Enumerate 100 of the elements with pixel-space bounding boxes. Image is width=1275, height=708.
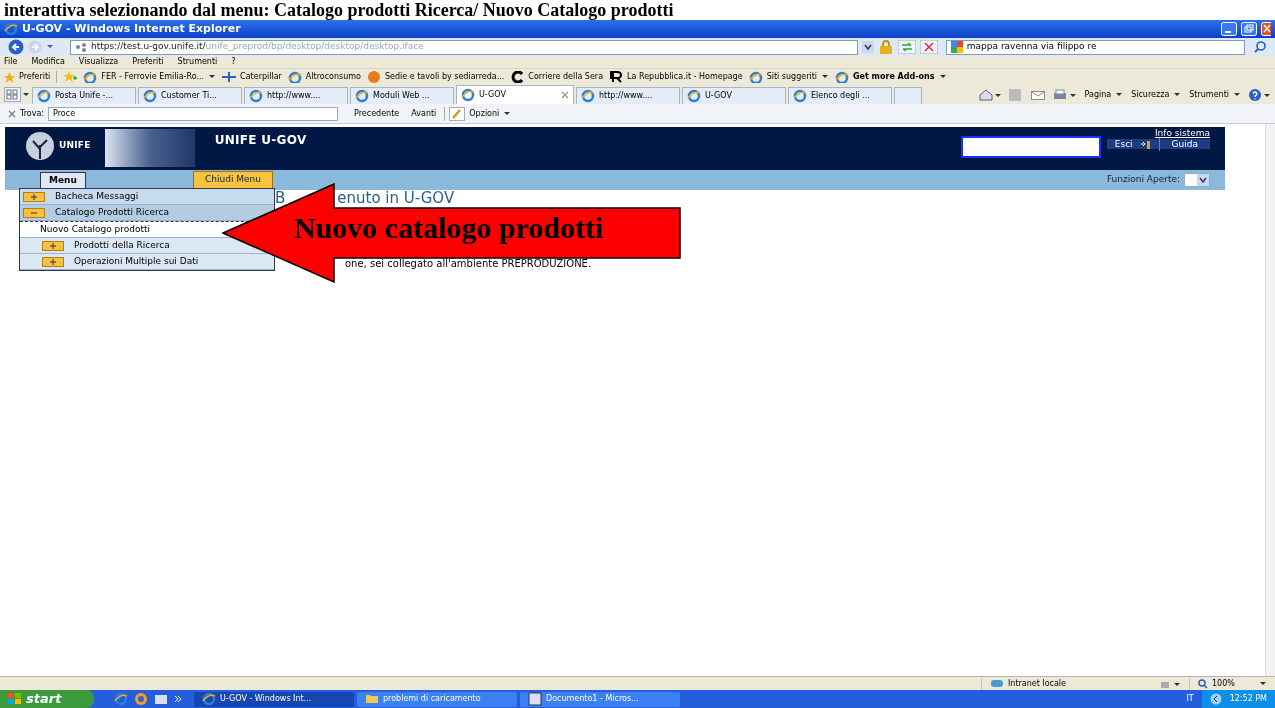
favorite-link[interactable]: FER - Ferrovie Emilia-Ro... — [83, 71, 217, 83]
close-icon[interactable] — [8, 109, 16, 118]
browser-tab[interactable]: Posta Unife -... — [32, 87, 136, 104]
stop-button[interactable] — [919, 40, 938, 54]
menu-item[interactable]: Visualizza — [78, 56, 119, 68]
menu-entry[interactable]: Operazioni Multiple sui Dati — [74, 254, 199, 269]
menu-item[interactable]: Modifica — [31, 56, 65, 68]
menu-entry[interactable]: Bacheca Messaggi — [55, 189, 139, 204]
padlock-icon — [877, 40, 894, 54]
favorite-link[interactable]: Get more Add-ons — [835, 71, 947, 83]
browser-icon — [202, 692, 216, 706]
browser-tab[interactable]: Moduli Web ... — [350, 87, 454, 104]
windows-logo-icon — [8, 693, 22, 705]
menu-entry[interactable]: Prodotti della Ricerca — [74, 238, 170, 253]
restore-button[interactable] — [1241, 22, 1257, 36]
menu-tab[interactable]: Menu — [40, 172, 86, 188]
functions-dropdown[interactable] — [1184, 173, 1210, 187]
close-button[interactable] — [1261, 22, 1271, 36]
search-field[interactable]: mappa ravenna via filippo re — [945, 39, 1245, 55]
menu-item[interactable]: ? — [231, 56, 236, 68]
favorite-link[interactable]: Sedie e tavoli by sediarreda... — [367, 71, 505, 83]
page-icon — [687, 89, 701, 103]
search-engine-icon — [950, 41, 963, 53]
zoom-button[interactable]: 100% — [1189, 677, 1275, 690]
page-icon — [581, 89, 595, 103]
site-icon — [222, 71, 237, 83]
back-button[interactable] — [8, 39, 24, 55]
menu-item[interactable]: File — [4, 56, 18, 68]
browser-icon[interactable] — [134, 692, 148, 706]
caret-icon — [1233, 91, 1241, 99]
help-icon[interactable] — [1249, 89, 1271, 101]
next-button[interactable]: Avanti — [411, 107, 437, 120]
collapse-icon[interactable] — [23, 207, 45, 218]
browser-tab[interactable]: U-GOV — [456, 85, 574, 104]
clock-text: 12:52 PM — [1229, 693, 1267, 705]
command-menu[interactable]: Pagina — [1084, 89, 1124, 101]
close-tab-icon[interactable] — [561, 91, 569, 99]
help-button[interactable]: Guida — [1159, 137, 1210, 151]
tray-icon[interactable] — [1209, 693, 1222, 705]
language-indicator[interactable]: IT — [1186, 693, 1194, 705]
browser-tab[interactable]: http://www.... — [576, 87, 680, 104]
expand-icon[interactable] — [42, 240, 64, 251]
find-field[interactable]: Proce — [48, 106, 339, 121]
page-icon — [793, 89, 807, 103]
site-icon — [609, 71, 624, 83]
dropdown-button[interactable] — [861, 41, 874, 53]
printer-icon[interactable] — [1052, 89, 1077, 101]
browser-tab[interactable]: http://www.... — [244, 87, 348, 104]
browser-tab[interactable]: U-GOV — [682, 87, 786, 104]
browser-tab[interactable]: Customer Ti... — [138, 87, 242, 104]
site-icon — [83, 71, 98, 83]
home-icon[interactable] — [978, 89, 1001, 101]
favorite-link[interactable]: Corriere della Sera — [510, 71, 604, 83]
expand-icon[interactable] — [23, 191, 45, 202]
command-menu[interactable]: Strumenti — [1189, 89, 1241, 101]
close-menu-button[interactable]: Chiudi Menu — [193, 171, 273, 189]
page-icon — [143, 89, 157, 103]
info-link[interactable]: Info sistema — [1154, 128, 1210, 140]
exit-button[interactable]: Esci — [1106, 137, 1160, 151]
welcome-heading: enuto in U-GOV — [337, 188, 455, 209]
callout-text: Nuovo catalogo prodotti — [294, 213, 604, 243]
options-button[interactable]: Opzioni — [469, 107, 512, 120]
quick-tabs-button[interactable] — [4, 87, 30, 102]
favorite-link[interactable]: La Repubblica.it - Homepage — [609, 71, 743, 83]
window-title: U-GOV - Windows Internet Explorer — [22, 20, 241, 37]
command-menu[interactable]: Sicurezza — [1131, 89, 1182, 101]
browser-tab[interactable]: Elenco degli ... — [788, 87, 892, 104]
favorites-button[interactable]: Preferiti — [4, 71, 51, 83]
caret-icon — [1259, 679, 1267, 688]
caret-icon — [1173, 91, 1182, 99]
favorite-link[interactable]: Siti suggeriti — [748, 71, 829, 83]
site-icon — [367, 71, 381, 83]
search-field[interactable] — [960, 136, 1101, 158]
add-favorite-icon[interactable] — [63, 71, 78, 83]
caret-icon — [821, 73, 829, 81]
page-icon — [37, 89, 51, 103]
refresh-button[interactable] — [897, 40, 916, 54]
search-icon[interactable] — [1253, 40, 1267, 54]
address-field[interactable]: https://test.u-gov.unife.it/unife_preprod/bp/desktop/desktop/desktop.iface — [70, 39, 858, 55]
chevron-icon[interactable] — [174, 695, 182, 703]
zoom-icon — [1198, 678, 1208, 689]
menu-item[interactable]: Preferiti — [132, 56, 164, 68]
taskbar-button[interactable]: Documento1 - Micros... — [520, 691, 680, 707]
taskbar-button[interactable]: problemi di caricamento — [357, 691, 517, 707]
minimize-button[interactable] — [1221, 22, 1237, 36]
caret-icon[interactable] — [46, 43, 54, 51]
browser-icon[interactable] — [114, 692, 128, 706]
app-title: UNIFE U-GOV — [214, 132, 307, 149]
taskbar-button[interactable]: U-GOV - Windows Int... — [194, 691, 354, 707]
search-text: mappa ravenna via filippo re — [966, 40, 1097, 54]
previous-button[interactable]: Precedente — [354, 107, 400, 120]
start-button[interactable]: start — [0, 690, 94, 708]
menu-item[interactable]: Strumenti — [177, 56, 218, 68]
page-icon — [249, 89, 263, 103]
door-icon — [1140, 139, 1151, 149]
highlight-icon[interactable] — [449, 106, 466, 121]
favorite-link[interactable]: Altroconsumo — [287, 71, 361, 83]
expand-icon[interactable] — [42, 256, 64, 267]
favorite-link[interactable]: Caterpillar — [222, 71, 282, 83]
url-path-text: unife_preprod/bp/desktop/desktop/desktop.iface — [205, 41, 424, 52]
